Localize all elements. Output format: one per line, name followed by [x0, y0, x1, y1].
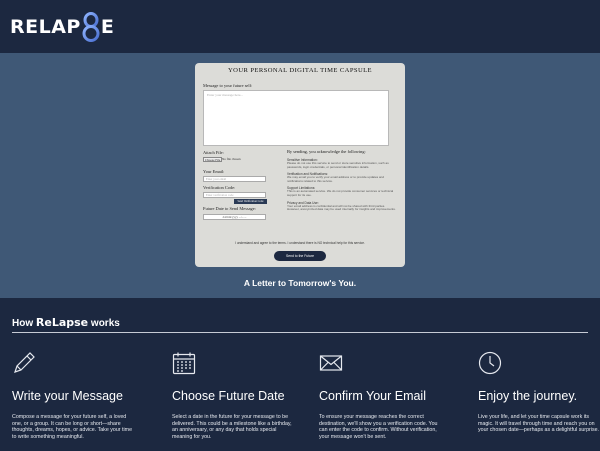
- logo-text-left: RELAP: [10, 16, 81, 38]
- section-divider: [12, 332, 588, 333]
- acknowledgement-title: By sending, you acknowledge the followin…: [287, 149, 366, 154]
- pencil-icon: [12, 351, 36, 375]
- step-description: Select a date in the future for your mes…: [172, 414, 292, 440]
- step-title: Write your Message: [12, 389, 123, 403]
- how-title-suffix: works: [90, 318, 120, 329]
- step-title: Enjoy the journey.: [478, 389, 578, 403]
- form-title: YOUR PERSONAL DIGITAL TIME CAPSULE: [228, 67, 372, 74]
- email-field[interactable]: Enter your email: [203, 176, 266, 182]
- step-description: Live your life, and let your time capsul…: [478, 414, 600, 434]
- no-file-text: No file chosen: [222, 157, 241, 161]
- future-date-label: Future Date to Send Message:: [203, 206, 256, 211]
- how-it-works-section: How ReLapse works Write your Message Com…: [0, 298, 600, 451]
- site-header: RELAP E: [0, 0, 600, 53]
- how-title-prefix: How: [12, 318, 34, 329]
- hero-tagline: A Letter to Tomorrow's You.: [243, 278, 357, 288]
- ack-text: We may email you to verify your email ad…: [287, 175, 384, 183]
- brand-logo[interactable]: RELAP E: [10, 12, 114, 42]
- ack-item-privacy: Privacy and Data Use: Your email address…: [287, 201, 397, 212]
- step-description: To ensure your message reaches the corre…: [319, 414, 438, 440]
- how-it-works-title: How ReLapse works: [12, 316, 120, 329]
- message-label: Message to your future self:: [203, 83, 253, 88]
- verification-code-field[interactable]: Enter verification code: [203, 192, 266, 198]
- envelope-icon: [319, 351, 343, 375]
- step-description: Compose a message for your future self, …: [12, 414, 133, 440]
- verification-code-label: Verification Code:: [203, 185, 236, 190]
- calendar-icon: [172, 351, 196, 375]
- acknowledgement-column: By sending, you acknowledge the followin…: [287, 149, 397, 215]
- logo-text-right: E: [100, 16, 115, 38]
- email-label: Your Email:: [203, 169, 225, 174]
- step-title: Confirm Your Email: [319, 389, 426, 403]
- time-capsule-form: YOUR PERSONAL DIGITAL TIME CAPSULE Messa…: [195, 63, 405, 267]
- attach-label: Attach File:: [203, 150, 224, 155]
- clock-icon: [478, 351, 502, 375]
- agree-terms-checkbox[interactable]: I understand and agree to the terms. I u…: [195, 241, 405, 245]
- message-textarea[interactable]: Enter your message here...: [203, 90, 389, 146]
- send-verification-code-button[interactable]: Send Verification Code: [234, 199, 267, 204]
- future-date-picker[interactable]: dd/mm/yyyy --:-- --: [203, 214, 266, 220]
- choose-file-button[interactable]: Choose File: [203, 157, 223, 162]
- ack-text: Please do not use this service to send o…: [287, 161, 389, 169]
- infinity-eight-icon: [82, 12, 100, 42]
- ack-item-sensitive: Sensitive Information: Please do not use…: [287, 158, 397, 169]
- ack-item-verification: Verification and Notifications: We may e…: [287, 172, 397, 183]
- ack-item-support: Support Limitations: This is an automate…: [287, 186, 397, 197]
- step-title: Choose Future Date: [172, 389, 285, 403]
- ack-text: Your email address is confidential and w…: [287, 203, 396, 212]
- how-title-brand: ReLapse: [35, 316, 89, 329]
- send-to-future-button[interactable]: Send to the Future: [274, 251, 326, 261]
- ack-text: This is an automated service. We do not …: [287, 189, 394, 197]
